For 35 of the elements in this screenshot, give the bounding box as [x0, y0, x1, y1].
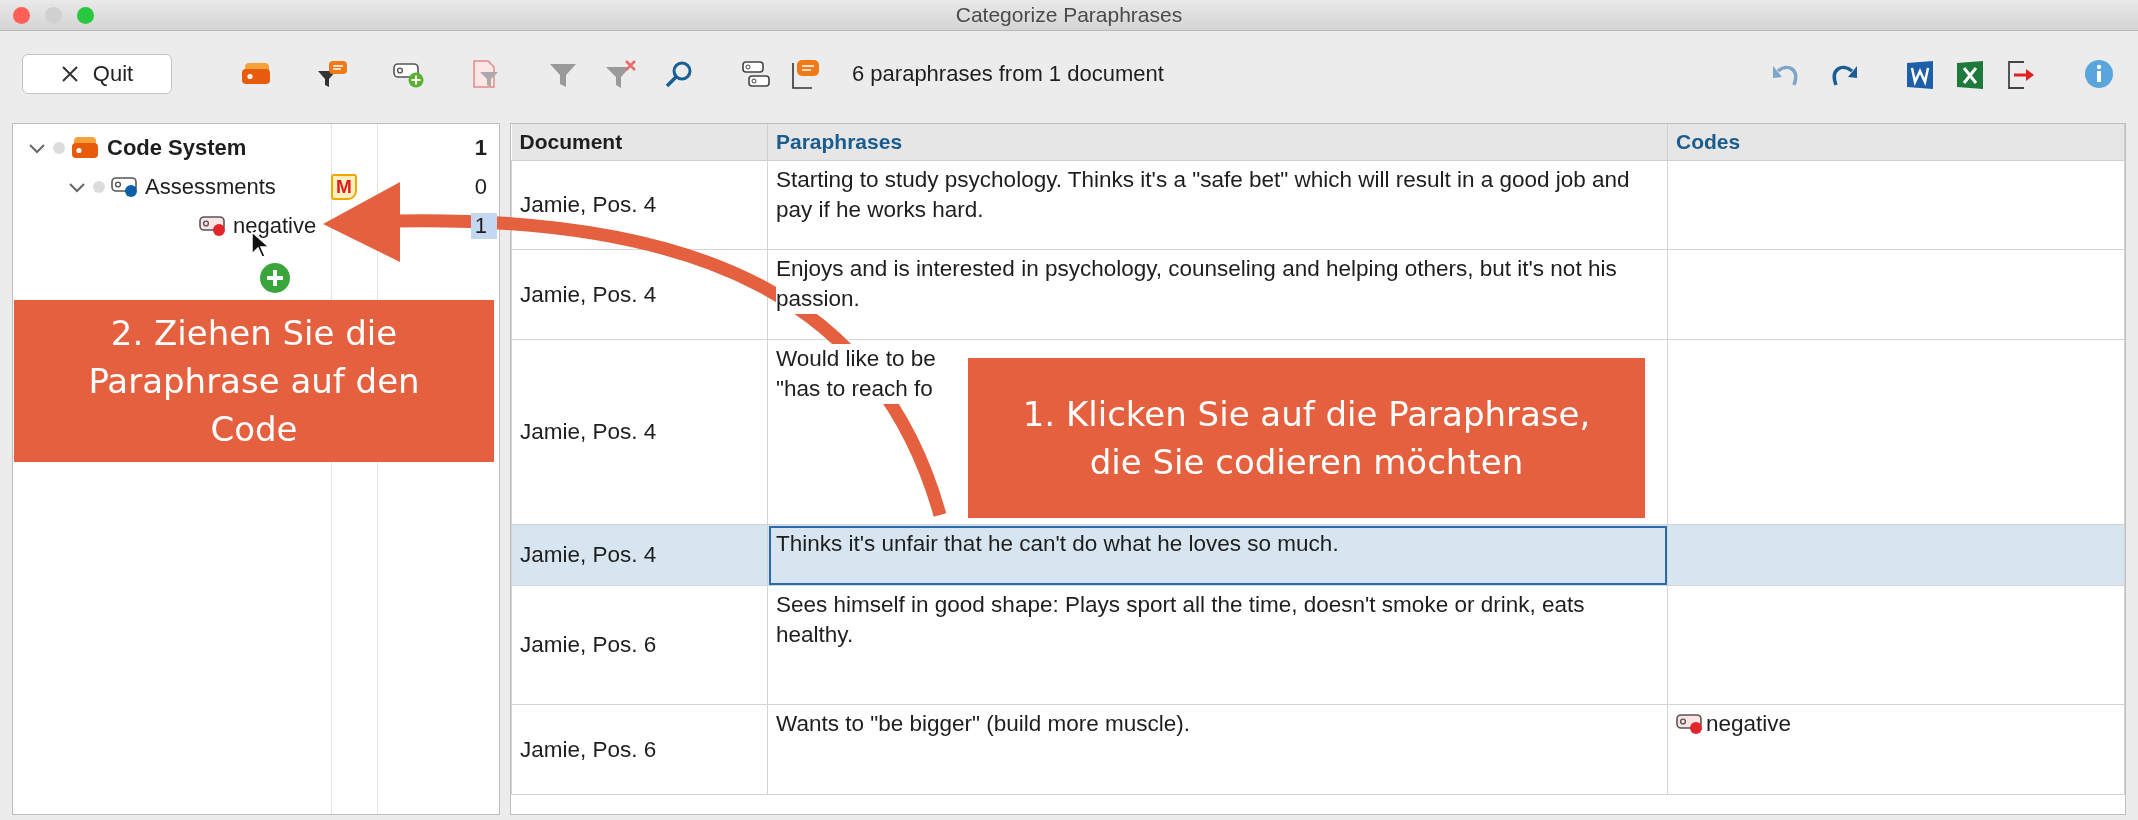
clear-filter-icon[interactable] — [604, 59, 638, 89]
instruction-callout: 2. Ziehen Sie die Paraphrase auf den Code — [14, 300, 494, 462]
count-label: 1 — [473, 134, 488, 161]
tree-item-label[interactable]: negative — [233, 212, 317, 239]
paraphrase-cell[interactable]: Wants to "be bigger" (build more muscle). — [767, 704, 1668, 795]
code-label: negative — [1706, 710, 1792, 738]
instruction-callout: 1. Klicken Sie auf die Paraphrase, die Sie codieren möchten — [968, 358, 1645, 518]
document-cell[interactable]: Jamie, Pos. 6 — [511, 585, 768, 705]
column-header[interactable]: Codes — [1667, 124, 2125, 161]
plus-icon — [259, 262, 291, 294]
document-cell[interactable]: Jamie, Pos. 4 — [511, 339, 768, 525]
paraphrase-cell[interactable]: Sees himself in good shape: Plays sport all the time, doesn't smoke or drink, eats healthy. — [767, 585, 1668, 705]
tree-item-label[interactable]: Code System — [107, 134, 247, 161]
memo-badge[interactable]: M — [331, 173, 357, 200]
status-text: 6 paraphrases from 1 document — [852, 61, 1164, 87]
column-header[interactable]: Document — [511, 124, 768, 161]
count-label: 0 — [473, 173, 488, 200]
paraphrase-cell[interactable]: Starting to study psychology. Thinks it's a "safe bet" which will result in a good job and pay if he works hard. — [767, 160, 1668, 250]
info-icon[interactable] — [2082, 59, 2116, 89]
document-cell[interactable]: Jamie, Pos. 4 — [511, 524, 768, 586]
filter-comment-icon[interactable] — [316, 59, 350, 89]
paraphrase-cell[interactable]: Enjoys and is interested in psychology, counseling and helping others, but it's not his passion. — [767, 249, 1668, 340]
document-cell[interactable]: Jamie, Pos. 4 — [511, 160, 768, 250]
column-header[interactable]: Paraphrases — [767, 124, 1668, 161]
document-cell[interactable]: Jamie, Pos. 4 — [511, 249, 768, 340]
status-dot — [93, 180, 105, 193]
paraphrase-cell[interactable]: Thinks it's unfair that he can't do what he loves so much. — [767, 524, 1668, 586]
document-cell[interactable]: Jamie, Pos. 6 — [511, 704, 768, 795]
code-system-icon — [71, 135, 101, 160]
close-icon — [60, 65, 79, 83]
window-title: Categorize Paraphrases — [955, 3, 1183, 26]
tree-item-label[interactable]: Assessments — [145, 173, 276, 200]
count-label: 1 — [470, 212, 497, 239]
quit-button[interactable]: Quit — [22, 54, 172, 94]
status-dot — [53, 141, 65, 154]
